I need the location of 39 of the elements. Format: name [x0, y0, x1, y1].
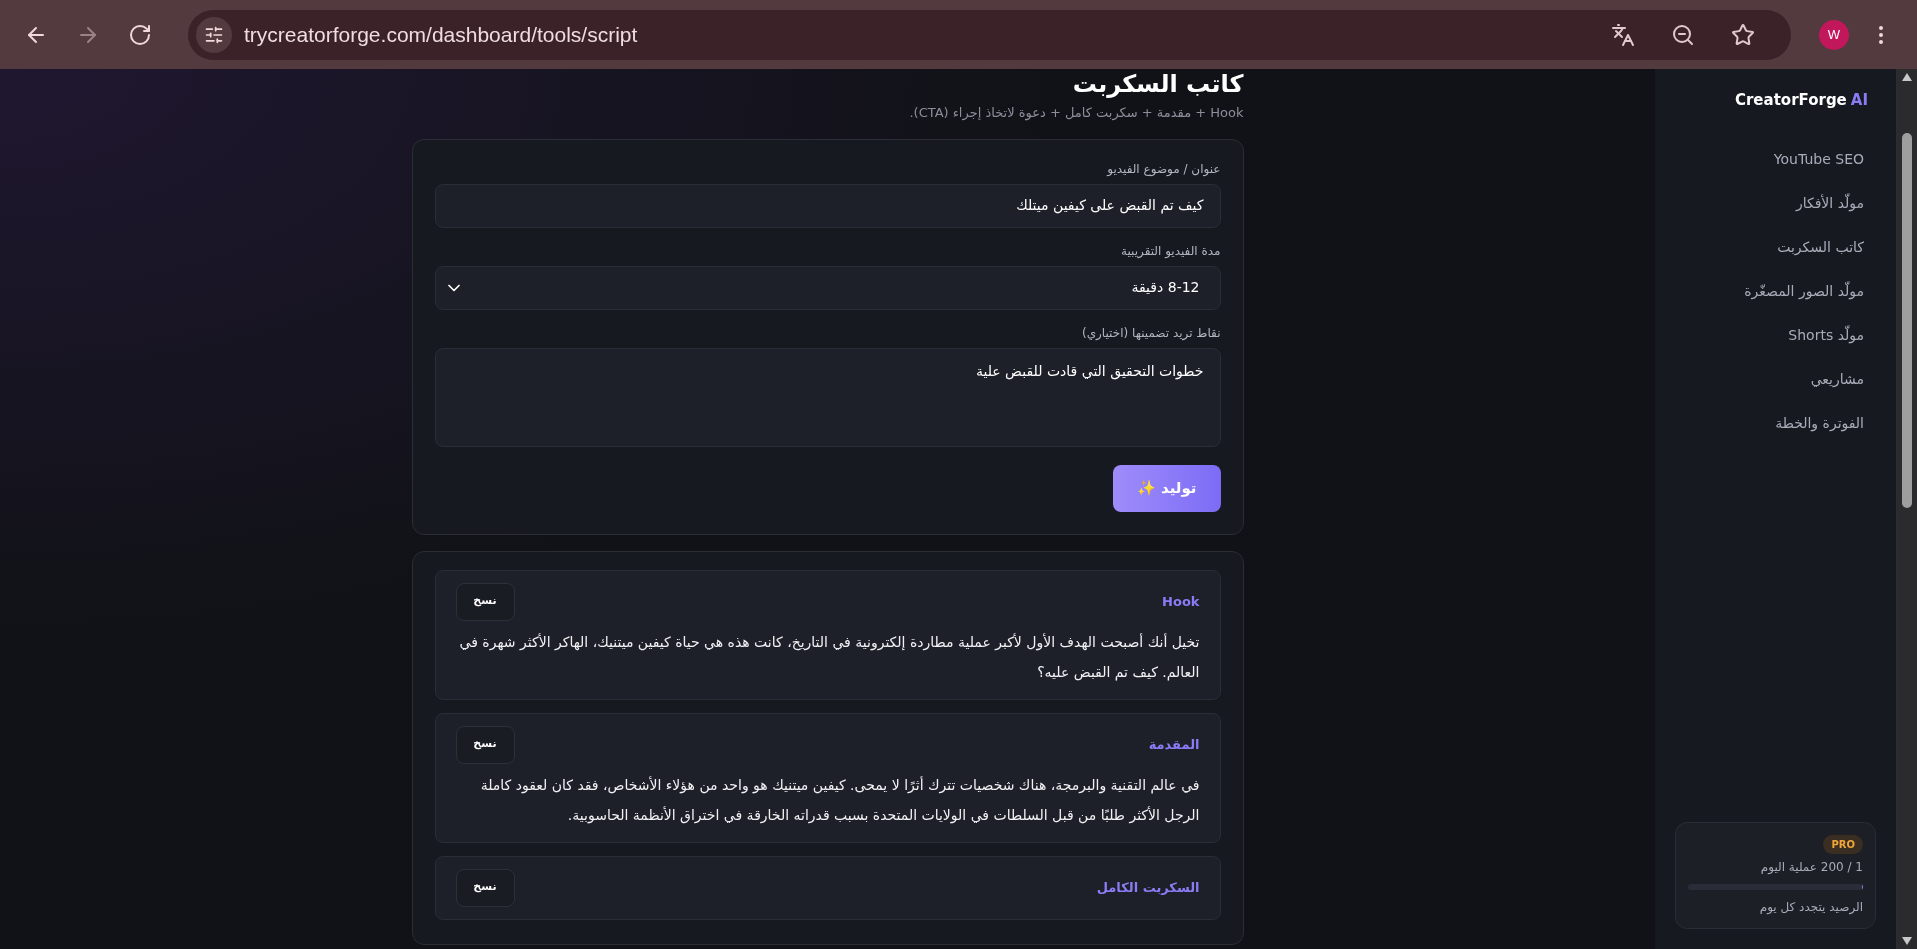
scroll-up-icon[interactable]	[1902, 73, 1912, 81]
renewal-note: الرصيد يتجدد كل يوم	[1758, 899, 1863, 916]
usage-text: 1 / 200 عملية اليوم	[1759, 859, 1863, 876]
sidebar-item[interactable]: مولّد الصور المصغّرة	[1675, 269, 1876, 314]
url-text: trycreatorforge.com/dashboard/tools/script	[244, 21, 639, 48]
sidebar-item[interactable]: مولّد Shorts	[1675, 313, 1876, 358]
translate-icon[interactable]	[1611, 22, 1635, 47]
sidebar-item[interactable]: YouTube SEO	[1675, 137, 1876, 182]
section-title: السكربت الكامل	[1096, 878, 1200, 897]
sidebar-item[interactable]: مولّد الأفكار	[1675, 181, 1876, 226]
app-logo: CreatorForge AI	[1733, 90, 1869, 111]
profile-avatar[interactable]: W	[1819, 19, 1849, 50]
page-subtitle: Hook + مقدمة + سكربت كامل + دعوة لاتخاذ إجراء (CTA).	[908, 104, 1244, 123]
sidebar-item[interactable]: كاتب السكربت	[1675, 225, 1876, 270]
scrollbar[interactable]	[1897, 69, 1917, 949]
site-settings-icon[interactable]	[196, 16, 232, 53]
field-label: مدة الفيديو التقريبية	[1120, 242, 1221, 260]
pro-badge: PRO	[1823, 835, 1863, 854]
sidebar-item[interactable]: الفوترة والخطة	[1675, 401, 1876, 446]
copy-button[interactable]: نسخ	[455, 582, 515, 621]
copy-button[interactable]: نسخ	[455, 725, 515, 764]
address-bar[interactable]: trycreatorforge.com/dashboard/tools/script	[188, 9, 1791, 60]
scroll-down-icon[interactable]	[1902, 937, 1912, 945]
section-text: تخيل أنك أصبحت الهدف الأول لأكبر عملية مطاردة إلكترونية في التاريخ، كانت هذه هي حياة كيفين ميتنيك، الهاكر الأكثر شهرة في العالم. كيف تم القبض عليه؟	[458, 632, 1200, 683]
page-title: كاتب السكربت	[1071, 69, 1244, 99]
duration-select[interactable]: 8-12 دقيقة	[434, 265, 1221, 310]
zoom-icon[interactable]	[1671, 22, 1695, 47]
bookmark-star-icon[interactable]	[1731, 22, 1755, 47]
section-title: المقدمة	[1148, 735, 1200, 754]
copy-button[interactable]: نسخ	[455, 868, 515, 907]
scroll-thumb[interactable]	[1902, 133, 1912, 508]
section-title: Hook	[1162, 592, 1200, 611]
sidebar-item[interactable]: مشاريعي	[1675, 357, 1876, 402]
reload-icon[interactable]	[128, 22, 152, 47]
section-text: في عالم التقنية والبرمجة، هناك شخصيات تترك أثرًا لا يمحى. كيفين ميتنيك هو واحد من هؤلاء الأشخاص، فقد كان لعقود كاملة الرجل الأكثر طلبًا من قبل السلطات في الولايات المتحدة بسبب قدراته الخارقة في اختراق الأنظمة الحاسوبية.	[479, 775, 1200, 826]
points-textarea[interactable]: خطوات التحقيق التي قادت للقبض علية	[434, 347, 1221, 447]
title-field[interactable]: كيف تم القبض على كيفين ميتلك	[434, 183, 1221, 228]
field-label: عنوان / موضوع الفيديو	[1105, 160, 1221, 178]
field-label: نقاط تريد تضمينها (اختياري)	[1080, 324, 1221, 342]
